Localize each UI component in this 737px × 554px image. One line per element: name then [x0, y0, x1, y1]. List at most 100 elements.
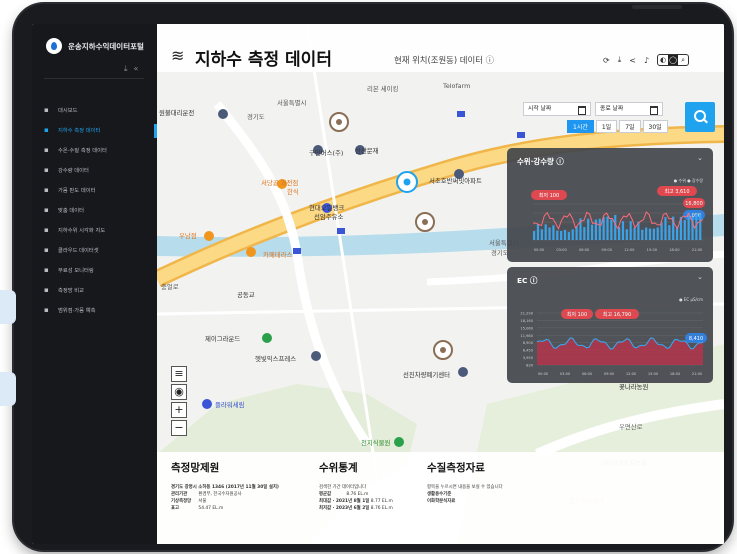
bell-icon[interactable]: ♪ — [644, 56, 649, 65]
map-place-label[interactable]: 현대오일뱅크 — [309, 203, 344, 212]
map-place-label[interactable]: 충얼로 — [161, 282, 179, 291]
sidebar-item[interactable]: ▪ 지하수위 시각화 지도 — [44, 220, 157, 240]
map-place-label[interactable]: 리본 세이킹 — [367, 84, 398, 93]
sidebar-item-label: 무료성 모니터링 — [58, 268, 94, 274]
map-place-label[interactable]: 헷빛익스프레스 — [255, 354, 296, 363]
map-place-label[interactable]: 우면산로 — [619, 422, 643, 431]
max-badge: 최고 16,790 — [603, 311, 631, 318]
bar — [625, 229, 628, 240]
station-info: 측정망제원 경기도 광명시 소하동 1346 (2017년 11월 30일 설치… — [171, 460, 279, 512]
range-tab[interactable]: 30일 — [642, 120, 668, 133]
sidebar-item[interactable]: ▪ 범위점·가뭄 예측 — [44, 300, 157, 320]
bar — [575, 226, 578, 240]
info-row: 표고 54.47 EL.m — [171, 505, 279, 512]
sidebar: 운송지하수익데이터포털 ⤓ « ▪ 대시보드 ▪ 지하수 측정 데이터 ▪ 수온·수질 측… — [32, 24, 158, 544]
map-place-label[interactable]: 꽃나라농원 — [619, 382, 648, 391]
map-place-label[interactable]: 공동교 — [237, 290, 255, 299]
triangle-icon: ▪ — [44, 186, 49, 194]
sidebar-item[interactable]: ▪ 수온·수질 측정 데이터 — [44, 140, 157, 160]
range-tab[interactable]: 1일 — [595, 120, 618, 133]
location-label[interactable]: 현재 위치(조원동) 데이터 ⓘ — [394, 54, 494, 66]
water-stats: 수위통계 검색한 기간 데이터입니다 평균값 8.76 EL.m 최대값 · 20… — [319, 460, 393, 512]
end-date-input[interactable]: 종료 날짜 — [595, 102, 663, 116]
map-place-label[interactable]: 카페테라스 — [263, 250, 292, 259]
map-place-label[interactable]: 경기도 — [491, 248, 509, 257]
share-icon[interactable]: < — [629, 56, 636, 65]
map-place-label[interactable]: 경기도 — [247, 112, 265, 121]
map-place-label[interactable]: Telofarm — [443, 82, 470, 90]
bar — [633, 227, 636, 240]
sidebar-item-label: 지하수위 시각화 지도 — [58, 228, 106, 234]
map-place-label[interactable]: 플라워세림 — [215, 400, 244, 409]
map-place-label[interactable]: 구민버스(주) — [309, 148, 343, 157]
search-button[interactable] — [685, 102, 715, 132]
sidebar-item[interactable]: ▪ 강수량 데이터 — [44, 160, 157, 180]
map-place-label[interactable]: 산산문재 — [355, 146, 379, 155]
app-name: 운송지하수익데이터포털 — [68, 41, 144, 51]
range-tab[interactable]: 7일 — [619, 120, 641, 133]
light-mode-icon[interactable]: ◐ — [658, 55, 668, 65]
chart-legend: ● 수위 ● 강수량 — [674, 177, 704, 183]
download-icon[interactable]: ⤓ — [618, 55, 622, 65]
page-header: ≋ 지하수 측정 데이터 현재 위치(조원동) 데이터 ⓘ ⟳ ⤓ < ♪ ◐ ◯… — [157, 24, 724, 72]
info-row: 평균값 8.76 EL.m — [319, 491, 393, 498]
date-range: 시작 날짜 종료 날짜 — [523, 102, 663, 116]
logo[interactable]: 운송지하수익데이터포털 — [46, 38, 144, 54]
bar — [652, 228, 655, 240]
sidebar-item[interactable]: ▪ 대시보드 — [44, 100, 157, 120]
sidebar-item[interactable]: ▪ 지하수 측정 데이터 — [44, 120, 158, 140]
collapse-icon[interactable]: « — [134, 64, 139, 74]
download-icon[interactable]: ⤓ — [124, 64, 128, 74]
refresh-icon[interactable]: ⟳ — [603, 56, 610, 65]
sidebar-item-label: 범위점·가뭄 예측 — [58, 308, 96, 314]
view-toggle[interactable]: ◐ ◯ ⌕ — [657, 54, 690, 66]
map-place-label[interactable]: 서초호반써밋아파트 — [429, 176, 482, 185]
bar — [556, 230, 559, 240]
map-place-label[interactable]: 서당골 과전점 — [261, 178, 298, 187]
bar — [614, 214, 617, 240]
quality-note: 항목을 누르시면 내용을 보실 수 있습니다 — [427, 485, 503, 490]
time-range-tabs: 1시간 1일 7일 30일 — [567, 120, 668, 133]
layers-button[interactable]: ≡ — [171, 366, 187, 382]
section-title: 수위통계 — [319, 462, 358, 474]
sidebar-item[interactable]: ▪ 가뭄 판도 데이터 — [44, 180, 157, 200]
x-tick: 12:00 — [624, 248, 635, 252]
range-tab[interactable]: 1시간 — [567, 120, 594, 133]
row-label: 생활용수기준 — [427, 492, 452, 497]
y-tick: 11,980 — [520, 334, 533, 338]
bars-icon: ▪ — [44, 286, 49, 294]
locate-button[interactable]: ◉ — [171, 384, 187, 400]
start-date-input[interactable]: 시작 날짜 — [523, 102, 591, 116]
map-place-label[interactable]: 제이그라운드 — [205, 334, 240, 343]
map-place-label[interactable]: 우남점 — [179, 231, 197, 240]
search-icon[interactable]: ⌕ — [678, 55, 688, 65]
bar — [621, 221, 625, 240]
map-place-label[interactable]: 서울특별시 — [277, 98, 306, 107]
map-place-label[interactable]: 원불대리운전 — [159, 108, 194, 117]
bar — [583, 227, 586, 240]
zoom-in-button[interactable]: + — [171, 402, 187, 418]
bar — [571, 229, 574, 240]
info-row: 이화학분석자료 — [427, 498, 503, 505]
zoom-out-button[interactable]: − — [171, 420, 187, 436]
info-row: 최저값 · 2023년 6월 2일 8.76 EL.m — [319, 505, 393, 512]
row-value: 환경부, 한국수자원공사 — [197, 492, 242, 497]
row-value: 8.76 EL.m — [369, 506, 393, 511]
dark-mode-icon[interactable]: ◯ — [668, 55, 679, 65]
sidebar-item[interactable]: ▪ 무료성 모니터링 — [44, 260, 157, 280]
row-label: 최저값 · 2023년 6월 2일 — [319, 506, 370, 511]
sidebar-item[interactable]: ▪ 맞춤 데이터 — [44, 200, 157, 220]
map-place-label[interactable]: 선암주유소 — [314, 212, 343, 221]
x-tick: 06:00 — [579, 248, 590, 252]
level-line — [532, 211, 704, 231]
sidebar-item[interactable]: ▪ 클라우드 데이터셋 — [44, 240, 157, 260]
map-place-label[interactable]: 천지식물원 — [361, 438, 390, 447]
sidebar-item-label: 대시보드 — [58, 108, 78, 114]
x-tick: 09:00 — [602, 248, 613, 252]
map-place-label[interactable]: 한식 — [287, 187, 299, 196]
sidebar-item[interactable]: ▪ 측정망 비교 — [44, 280, 157, 300]
x-tick: 12:00 — [626, 372, 637, 376]
info-row: 관리기관 환경부, 한국수자원공사 — [171, 491, 279, 498]
map-place-label[interactable]: 선진차량폐기센터 — [403, 370, 450, 379]
bar — [641, 229, 644, 240]
